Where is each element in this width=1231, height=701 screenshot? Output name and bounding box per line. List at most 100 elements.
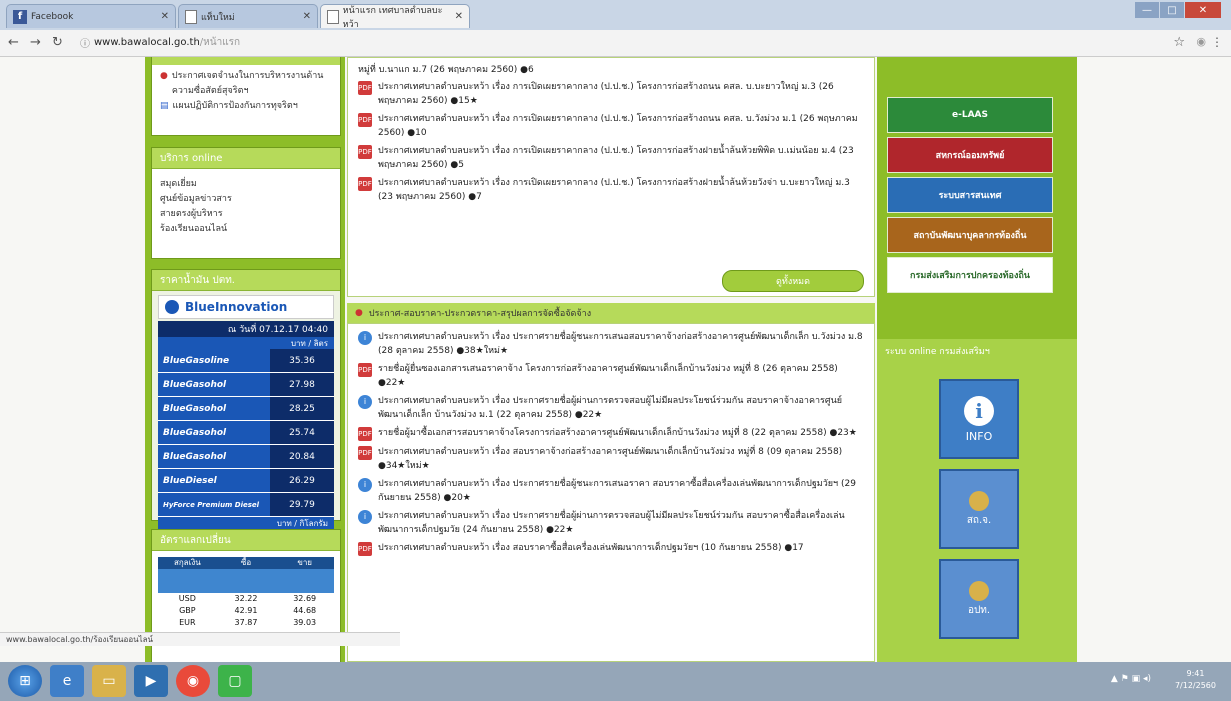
bookmark-star-icon[interactable]: ☆ bbox=[1173, 35, 1185, 50]
banner-info-system[interactable]: ระบบสารสนเทศ bbox=[887, 177, 1053, 213]
extension-icon[interactable]: ◉ bbox=[1196, 35, 1206, 48]
oil-price-title: ราคาน้ำมัน ปตท. bbox=[152, 270, 340, 291]
internet-explorer-icon[interactable]: e bbox=[50, 665, 84, 697]
procurement-item[interactable]: i ประกาศเทศบาลตำบลบะหว้า เรื่อง ประกาศรา… bbox=[358, 394, 864, 422]
browser-menu-icon[interactable]: ⋮ bbox=[1211, 35, 1223, 49]
exchange-table: สกุลเงิน ซื้อ ขาย USD 32.22 32.69 GBP 42.91 44… bbox=[158, 557, 334, 629]
banner-cooperative[interactable]: สหกรณ์ออมทรัพย์ bbox=[887, 137, 1053, 173]
info-button[interactable]: i INFO bbox=[939, 379, 1019, 459]
procurement-item[interactable]: PDF ประกาศเทศบาลตำบลบะหว้า เรื่อง สอบราค… bbox=[358, 541, 864, 556]
right-sidebar: e-LAAS สหกรณ์ออมทรัพย์ ระบบสารสนเทศ สถาบ… bbox=[877, 57, 1077, 662]
close-tab-icon[interactable]: ✕ bbox=[455, 11, 463, 22]
oil-rate-row: BlueGasohol 20.84 bbox=[158, 445, 334, 469]
link-integrity[interactable]: ● ประกาศเจตจำนงในการบริหารงานด้านความซื่… bbox=[152, 65, 340, 99]
pdf-icon: PDF bbox=[358, 427, 372, 441]
service-link[interactable]: ศูนย์ข้อมูลข่าวสาร bbox=[152, 192, 340, 207]
service-link[interactable]: สายตรงผู้บริหาร bbox=[152, 207, 340, 222]
tab-new[interactable]: แท็บใหม่ ✕ bbox=[178, 4, 318, 28]
news-item[interactable]: PDF ประกาศเทศบาลตำบลบะหว้า เรื่อง การเปิ… bbox=[358, 176, 864, 204]
news-item[interactable]: PDF ประกาศเทศบาลตำบลบะหว้า เรื่อง การเปิ… bbox=[358, 144, 864, 172]
banner-dla[interactable]: กรมส่งเสริมการปกครองท้องถิ่น bbox=[887, 257, 1053, 293]
window-controls: — □ ✕ bbox=[1134, 2, 1221, 18]
start-button-icon[interactable]: ⊞ bbox=[8, 665, 42, 697]
news-cut-line: หมู่ที่ บ.นาแก ม.7 (26 พฤษภาคม 2560) ●6 bbox=[358, 65, 534, 75]
oil-date: ณ วันที่ 07.12.17 04:40 bbox=[158, 321, 334, 337]
oil-brand-logo: BlueInnovation bbox=[158, 295, 334, 319]
media-player-icon[interactable]: ▶ bbox=[134, 665, 168, 697]
news-item[interactable]: PDF ประกาศเทศบาลตำบลบะหว้า เรื่อง การเปิ… bbox=[358, 80, 864, 108]
pdf-icon: PDF bbox=[358, 113, 372, 127]
pdf-icon: PDF bbox=[358, 542, 372, 556]
url-field[interactable]: ⓘ www.bawalocal.go.th /หน้าแรก bbox=[80, 34, 1100, 50]
procurement-item[interactable]: i ประกาศเทศบาลตำบลบะหว้า เรื่อง ประกาศรา… bbox=[358, 330, 864, 358]
chrome-icon[interactable]: ◉ bbox=[176, 665, 210, 697]
service-link[interactable]: สมุดเยี่ยม bbox=[152, 177, 340, 192]
system-tray[interactable]: ▲ ⚑ ▣ ◂) bbox=[1111, 674, 1151, 684]
oil-rate-row: BlueGasoline 35.36 bbox=[158, 349, 334, 373]
procurement-item[interactable]: i ประกาศเทศบาลตำบลบะหว้า เรื่อง ประกาศรา… bbox=[358, 477, 864, 505]
procurement-item[interactable]: PDF รายชื่อผู้มาซื้อเอกสารสอบราคาจ้างโคร… bbox=[358, 426, 864, 441]
minimize-icon[interactable]: — bbox=[1135, 2, 1159, 18]
clock[interactable]: 9:41 7/12/2560 bbox=[1175, 668, 1216, 692]
banner-elaas[interactable]: e-LAAS bbox=[887, 97, 1053, 133]
oil-rate-row: BlueGasohol 25.74 bbox=[158, 421, 334, 445]
tab-label: แท็บใหม่ bbox=[201, 12, 235, 23]
info-icon: i bbox=[358, 510, 372, 524]
main-content: หมู่ที่ บ.นาแก ม.7 (26 พฤษภาคม 2560) ●6 … bbox=[347, 57, 875, 662]
procurement-item[interactable]: i ประกาศเทศบาลตำบลบะหว้า เรื่อง ประกาศรา… bbox=[358, 509, 864, 537]
tab-label: หน้าแรก เทศบาลตำบลบะหว้า bbox=[342, 5, 443, 30]
pdf-icon: PDF bbox=[358, 363, 372, 377]
view-all-button[interactable]: ดูทั้งหมด bbox=[722, 270, 864, 292]
left-sidebar: ● ประกาศเจตจำนงในการบริหารงานด้านความซื่… bbox=[145, 57, 345, 662]
oil-rate-list: BlueGasoline 35.36 BlueGasohol 27.98 BlueG… bbox=[158, 349, 334, 517]
close-tab-icon[interactable]: ✕ bbox=[161, 11, 169, 22]
info-icon: i bbox=[358, 395, 372, 409]
pdf-icon: PDF bbox=[358, 446, 372, 460]
windows-taskbar: ⊞ e ▭ ▶ ◉ ▢ ▲ ⚑ ▣ ◂) 9:41 7/12/2560 bbox=[0, 662, 1231, 701]
oil-price-box: ราคาน้ำมัน ปตท. BlueInnovation ณ วันที่ … bbox=[151, 269, 341, 529]
service-link[interactable]: ร้องเรียนออนไลน์ bbox=[152, 222, 340, 237]
facebook-icon: f bbox=[13, 9, 27, 24]
provincial-office-button[interactable]: สถ.จ. bbox=[939, 469, 1019, 549]
exchange-header: สกุลเงิน ซื้อ ขาย bbox=[158, 557, 334, 569]
procurement-item[interactable]: PDF ประกาศเทศบาลตำบลบะหว้า เรื่อง สอบราค… bbox=[358, 445, 864, 473]
line-icon[interactable]: ▢ bbox=[218, 665, 252, 697]
maximize-icon[interactable]: □ bbox=[1160, 2, 1184, 18]
oil-rate-row: BlueGasohol 28.25 bbox=[158, 397, 334, 421]
tab-facebook[interactable]: f Facebook ✕ bbox=[6, 4, 176, 28]
file-explorer-icon[interactable]: ▭ bbox=[92, 665, 126, 697]
info-icon: i bbox=[964, 395, 994, 426]
close-window-icon[interactable]: ✕ bbox=[1185, 2, 1221, 18]
procurement-section-header: ● ประกาศ-สอบราคา-ประกวดราคา-สรุปผลการจัด… bbox=[347, 303, 875, 323]
oil-rate-row: HyForce Premium Diesel 29.79 bbox=[158, 493, 334, 517]
tab-bawalocal[interactable]: หน้าแรก เทศบาลตำบลบะหว้า ✕ bbox=[320, 4, 470, 30]
top-links-header bbox=[152, 57, 340, 65]
oil-unit: บาท / ลิตร bbox=[158, 337, 334, 349]
tab-label: Facebook bbox=[31, 11, 74, 22]
oil-rate-row: BlueDiesel 26.29 bbox=[158, 469, 334, 493]
browser-tabbar: f Facebook ✕ แท็บใหม่ ✕ หน้าแรก เทศบาลตำ… bbox=[0, 0, 1231, 34]
info-icon[interactable]: ⓘ bbox=[80, 35, 90, 50]
news-item[interactable]: PDF ประกาศเทศบาลตำบลบะหว้า เรื่อง การเปิ… bbox=[358, 112, 864, 140]
oil-footer: บาท / กิโลกรัม bbox=[158, 517, 334, 529]
bullet-icon: ● bbox=[355, 308, 363, 318]
local-admin-button[interactable]: อปท. bbox=[939, 559, 1019, 639]
oil-rate-row: BlueGasohol 27.98 bbox=[158, 373, 334, 397]
exchange-row: GBP 42.91 44.68 bbox=[158, 605, 334, 617]
page-icon bbox=[327, 9, 339, 24]
forward-icon[interactable]: → bbox=[30, 35, 41, 50]
banner-training-institute[interactable]: สถาบันพัฒนาบุคลากรท้องถิ่น bbox=[887, 217, 1053, 253]
link-anticorruption[interactable]: ▤ แผนปฏิบัติการป้องกันการทุจริตฯ bbox=[152, 99, 340, 114]
info-icon: i bbox=[358, 478, 372, 492]
web-page: ● ประกาศเจตจำนงในการบริหารงานด้านความซื่… bbox=[0, 57, 1231, 662]
procurement-item[interactable]: PDF รายชื่อผู้ยื่นซองเอกสารเสนอราคาจ้าง … bbox=[358, 362, 864, 390]
exchange-subheader bbox=[158, 569, 334, 593]
close-tab-icon[interactable]: ✕ bbox=[303, 11, 311, 22]
back-icon[interactable]: ← bbox=[8, 35, 19, 50]
online-services-box: ระบบ online กรมส่งเสริมฯ i INFO สถ.จ. อป… bbox=[877, 339, 1077, 662]
reload-icon[interactable]: ↻ bbox=[52, 35, 63, 50]
exchange-row: EUR 37.87 39.03 bbox=[158, 617, 334, 629]
info-icon: i bbox=[358, 331, 372, 345]
news-pane: หมู่ที่ บ.นาแก ม.7 (26 พฤษภาคม 2560) ●6 … bbox=[347, 57, 875, 297]
url-domain: www.bawalocal.go.th bbox=[94, 36, 200, 48]
